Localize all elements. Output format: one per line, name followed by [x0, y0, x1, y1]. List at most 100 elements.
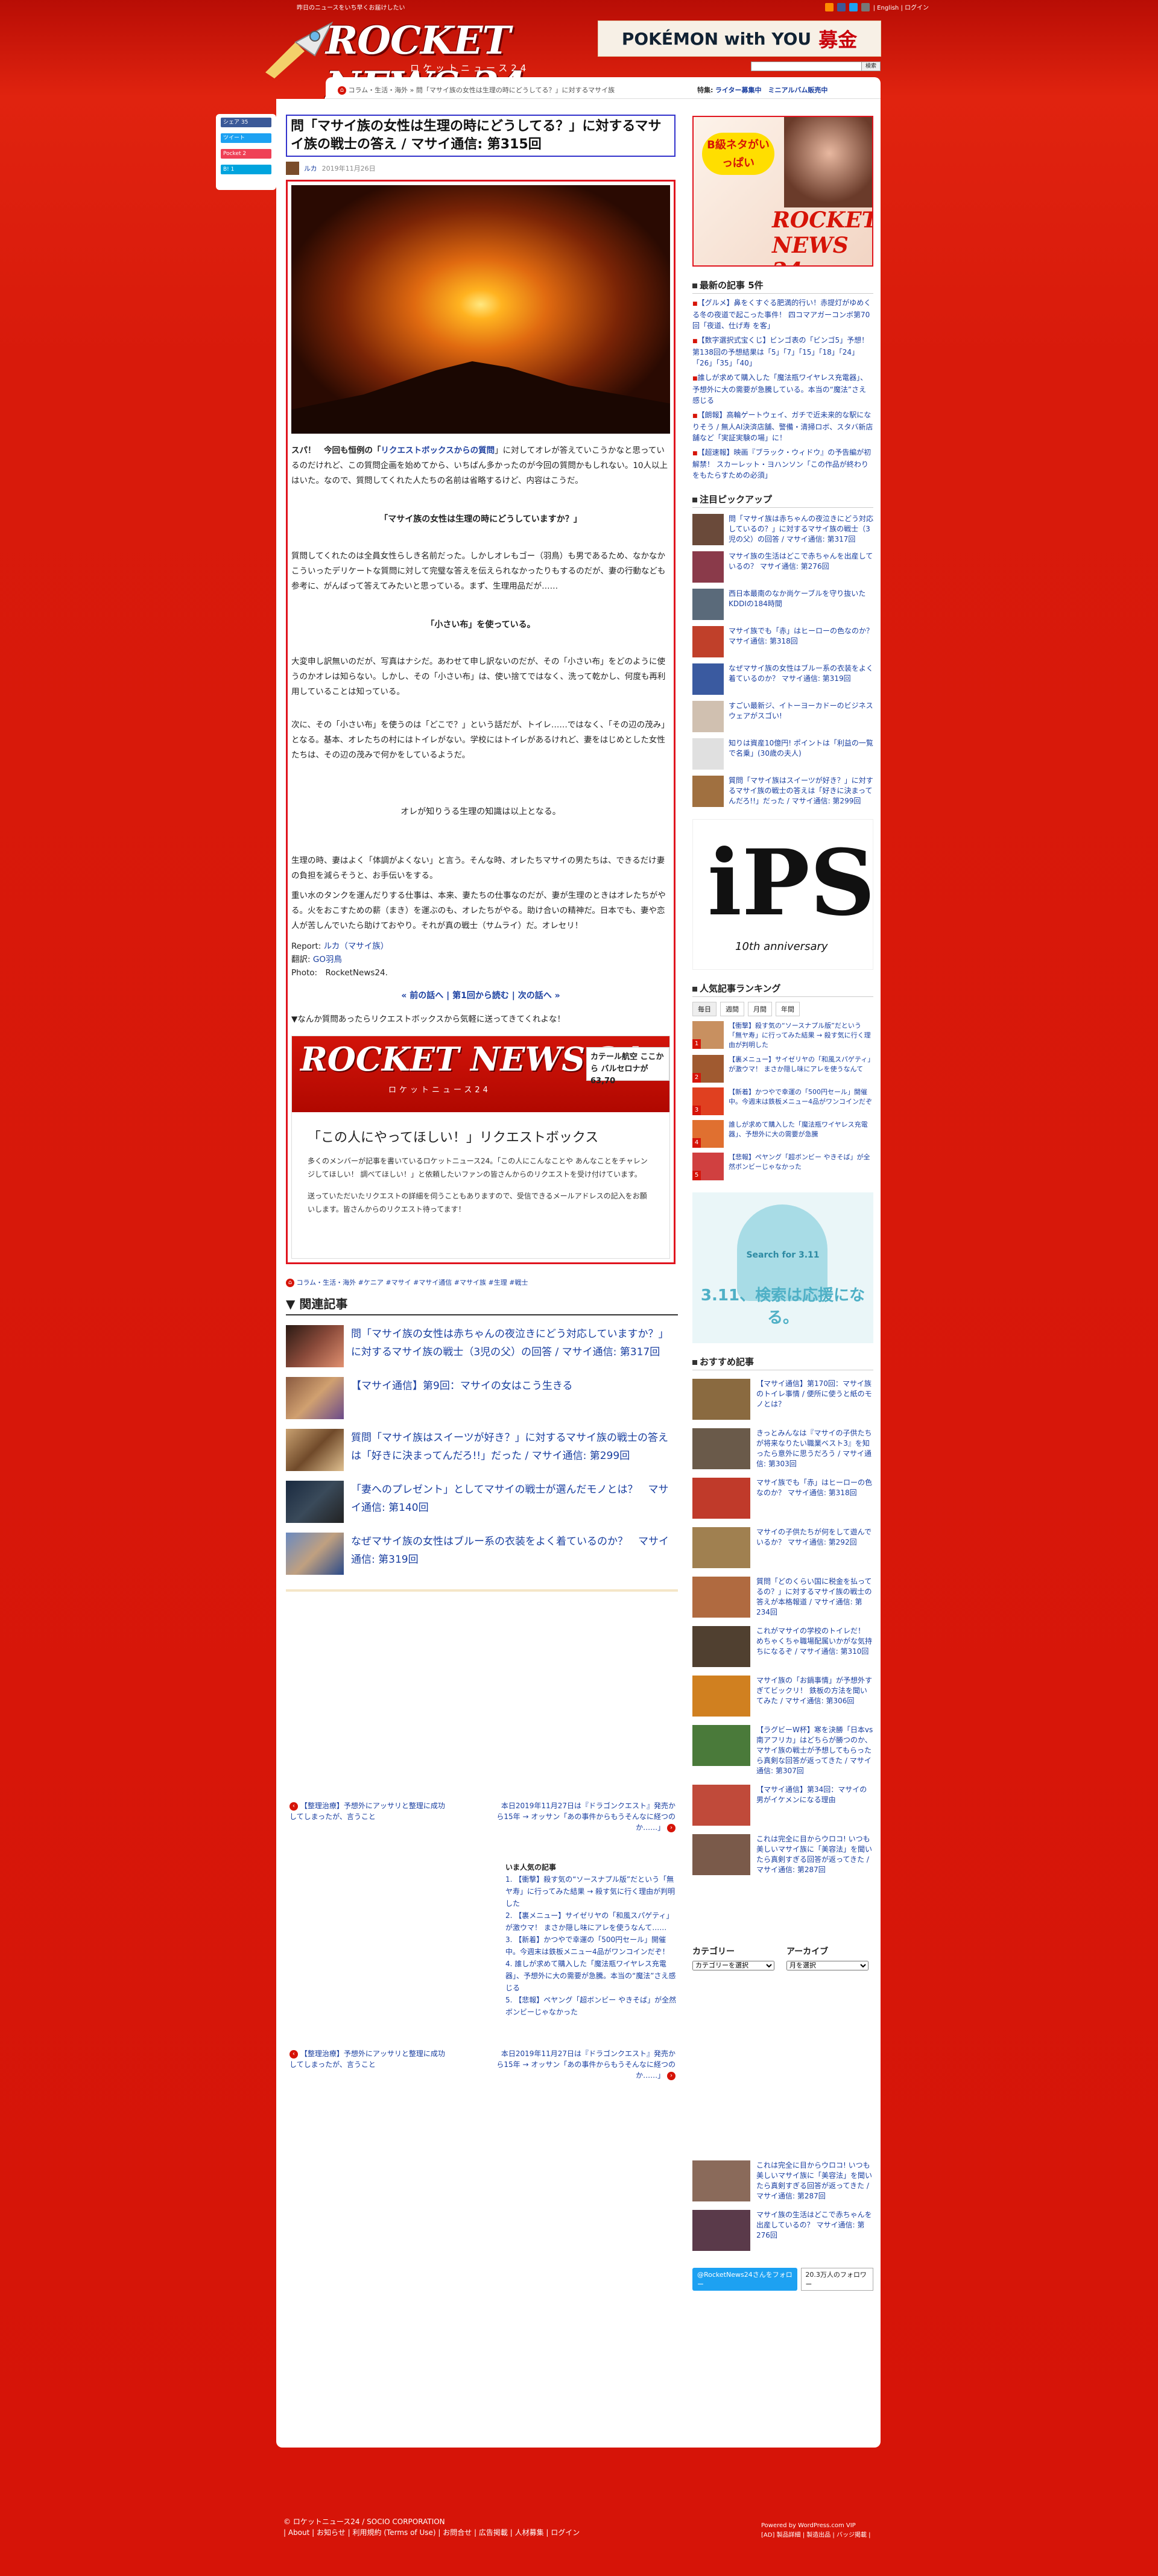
pickup-link[interactable]: マサイ族の生活はどこで赤ちゃんを出産しているの？ マサイ通信: 第276回 [729, 551, 873, 583]
ranking-link[interactable]: 【衝撃】殺す気の“ソースナプル版”だという「無ヤ寿」に行ってみた結果 → 殺す気… [729, 1021, 873, 1050]
prev-post-link[interactable]: ‹ 【整理治療】予想外にアッサリと整理に成功してしまったが、言うこと [290, 2048, 446, 2070]
site-logo[interactable]: ROCKET NEWS 24 ロケットニュース24 [241, 6, 579, 109]
pickup-link[interactable]: 知りは資産10億円! ポイントは「利益の一覧で名乗」(30歳の夫人) [729, 738, 873, 770]
pickup-thumbnail[interactable] [692, 589, 724, 620]
popular-mini-item[interactable]: 2. 【裏メニュー】サイゼリヤの「和風スパゲティ」が激ウマ！ まさか隠し味にアレ… [505, 1910, 677, 1934]
facebook-share-button[interactable]: シェア 35 [221, 118, 271, 127]
related-item[interactable]: 「妻へのプレゼント」としてマサイの戦士が選んだモノとは？ マサイ通信: 第140… [286, 1481, 678, 1523]
pocket-button[interactable]: Pocket 2 [221, 149, 271, 159]
pickup-link[interactable]: 質問「マサイ族はスイーツが好き？」に対するマサイ族の戦士の答えは「好きに決まって… [729, 776, 873, 807]
ranking-thumbnail[interactable]: 2 [692, 1055, 724, 1083]
pickup-thumbnail[interactable] [692, 551, 724, 583]
pickup-thumbnail[interactable] [692, 701, 724, 732]
twitter-icon[interactable] [849, 2, 858, 11]
latest-item[interactable]: 【朗報】高輪ゲートウェイ、ガチで近未来的な駅になりそう / 無人AI決済店舗、警… [692, 410, 873, 443]
recommend-thumbnail[interactable] [692, 1626, 750, 1667]
recommend-link[interactable]: きっとみんなは『マサイの子供たちが将来なりたい職業ベスト3』を知ったら意外に思う… [756, 1428, 873, 1469]
related-item[interactable]: なぜマサイ族の女性はブルー系の衣装をよく着ているのか？ マサイ通信: 第319回 [286, 1533, 678, 1575]
recommend-link[interactable]: これがマサイの学校のトイレだ！ めちゃくちゃ職場配属いかがな気持ちになるぞ / … [756, 1626, 873, 1667]
series-pagination[interactable]: « 前の話へ | 第1回から読む | 次の話へ » [291, 989, 670, 1001]
home-icon[interactable]: ⌂ [338, 86, 346, 95]
next-post-text[interactable]: 本日2019年11月27日は『ドラゴンクエスト』発売から15年 → オッサン「あ… [496, 2049, 676, 2080]
avatar[interactable] [286, 162, 299, 175]
recommend-item[interactable]: これがマサイの学校のトイレだ！ めちゃくちゃ職場配属いかがな気持ちになるぞ / … [692, 1626, 873, 1667]
ips-ad[interactable]: iPS 10th anniversary [692, 819, 875, 970]
tag-links[interactable]: コラム・生活・海外 #ケニア #マサイ #マサイ通信 #マサイ族 #生理 #戦士 [297, 1279, 528, 1286]
ranking-link[interactable]: 【悲報】ペヤング「超ボンビー やきそば」が全然ボンビーじゃなかった [729, 1153, 873, 1180]
related-thumbnail[interactable] [286, 1481, 344, 1523]
recommend-thumbnail[interactable] [692, 2160, 750, 2201]
recommend-item[interactable]: マサイ族でも「赤」はヒーローの色なのか？ マサイ通信: 第318回 [692, 1478, 873, 1519]
recommend-item[interactable]: これは完全に目からウロコ! いつも美しいマサイ族に「美容法」を聞いたら真剣すぎる… [692, 1834, 873, 1875]
related-link[interactable]: 質問「マサイ族はスイーツが好き？」に対するマサイ族の戦士の答えは「好きに決まって… [351, 1429, 678, 1465]
pickup-item[interactable]: 問「マサイ族は赤ちゃんの夜泣きにどう対応しているの？」に対するマサイ族の戦士（3… [692, 514, 873, 545]
recommend-item[interactable]: マサイの子供たちが何をして遊んでいるか？ マサイ通信: 第292回 [692, 1527, 873, 1568]
search-311-ad[interactable]: Search for 3.11 3.11、検索は応援になる。 [692, 1192, 873, 1343]
lang-login-links[interactable]: | English | ログイン [873, 2, 929, 11]
popular-mini-item[interactable]: 1. 【衝撃】殺す気の“ソースナプル版”だという「無ヤ寿」に行ってみた結果 → … [505, 1873, 677, 1910]
pickup-thumbnail[interactable] [692, 514, 724, 545]
ranking-item[interactable]: 4 誰しが求めて購入した「魔法瓶ワイヤレス充電器」、予想外に大の需要が急騰 [692, 1120, 873, 1148]
recommend-thumbnail[interactable] [692, 1577, 750, 1618]
related-link[interactable]: 【マサイ通信】第9回：マサイの女はこう生きる [351, 1377, 572, 1395]
next-post-link[interactable]: 本日2019年11月27日は『ドラゴンクエスト』発売から15年 → オッサン「あ… [495, 1800, 676, 1833]
header-ad-banner[interactable]: POKÉMON with YOU 募金 [598, 21, 881, 57]
footer-links[interactable]: | About | お知らせ | 利用規約 (Terms of Use) | お… [283, 2527, 580, 2538]
related-link[interactable]: なぜマサイ族の女性はブルー系の衣装をよく着ているのか？ マサイ通信: 第319回 [351, 1533, 678, 1569]
latest-item[interactable]: 誰しが求めて購入した「魔法瓶ワイヤレス充電器」、予想外に大の需要が急騰している。… [692, 372, 873, 406]
latest-item[interactable]: 【グルメ】鼻をくすぐる肥満的行い！赤提灯がゆめくる冬の夜道で起こった事件！ 四コ… [692, 297, 873, 331]
pickup-link[interactable]: マサイ族でも「赤」はヒーローの色なのか？ マサイ通信: 第318回 [729, 626, 873, 657]
latest-item[interactable]: 【超速報】映画『ブラック・ウィドウ』の予告編が初解禁！ スカーレット・ヨハンソン… [692, 447, 873, 481]
tab-yearly[interactable]: 年間 [776, 1002, 800, 1016]
recommend-item[interactable]: マサイ族の「お鍋事情」が予想外すぎてビックリ！ 鉄板の方法を聞いてみた / マサ… [692, 1676, 873, 1717]
prev-post-text[interactable]: 【整理治療】予想外にアッサリと整理に成功してしまったが、言うこと [290, 2049, 445, 2069]
related-item[interactable]: 質問「マサイ族はスイーツが好き？」に対するマサイ族の戦士の答えは「好きに決まって… [286, 1429, 678, 1471]
breadcrumb-text[interactable]: コラム・生活・海外 » 問「マサイ族の女性は生理の時にどうしてる？」に対するマサ… [349, 86, 615, 94]
twitter-follow-button[interactable]: @RocketNews24さんをフォロー [692, 2268, 798, 2291]
ranking-link[interactable]: 【裏メニュー】サイゼリヤの「和風スパゲティ」が激ウマ！ まさか隠し味にアレを使う… [729, 1055, 873, 1083]
pickup-item[interactable]: 質問「マサイ族はスイーツが好き？」に対するマサイ族の戦士の答えは「好きに決まって… [692, 776, 873, 807]
pickup-item[interactable]: 知りは資産10億円! ポイントは「利益の一覧で名乗」(30歳の夫人) [692, 738, 873, 770]
request-box-link[interactable]: リクエストボックスからの質問 [381, 446, 495, 455]
request-card-ad[interactable]: カテール航空 ここから バルセロナが63,70 [586, 1047, 669, 1086]
mail-icon[interactable] [861, 2, 870, 11]
facebook-icon[interactable] [837, 2, 846, 11]
pickup-thumbnail[interactable] [692, 738, 724, 770]
related-link[interactable]: 「妻へのプレゼント」としてマサイの戦士が選んだモノとは？ マサイ通信: 第140… [351, 1481, 678, 1517]
popular-mini-item[interactable]: 5. 【悲報】ペヤング「超ボンビー やきそば」が全然ボンビーじゃなかった [505, 1994, 677, 2018]
recommend-thumbnail[interactable] [692, 1527, 750, 1568]
ranking-thumbnail[interactable]: 3 [692, 1087, 724, 1115]
related-thumbnail[interactable] [286, 1325, 344, 1367]
ranking-item[interactable]: 2 【裏メニュー】サイゼリヤの「和風スパゲティ」が激ウマ！ まさか隠し味にアレを使… [692, 1055, 873, 1083]
recommend-item[interactable]: 【マサイ通信】第34回：マサイの男がイケメンになる理由 [692, 1785, 873, 1826]
recommend-item[interactable]: きっとみんなは『マサイの子供たちが将来なりたい職業ベスト3』を知ったら意外に思う… [692, 1428, 873, 1469]
ranking-thumbnail[interactable]: 4 [692, 1120, 724, 1148]
pickup-item[interactable]: 西日本最南のなか尚ケーブルを守り抜いた KDDIの184時間 [692, 589, 873, 620]
recommend-link[interactable]: マサイ族でも「赤」はヒーローの色なのか？ マサイ通信: 第318回 [756, 1478, 873, 1519]
recommend-thumbnail[interactable] [692, 1785, 750, 1826]
recommend-link[interactable]: 【ラグビーW杯】寒を決勝「日本vs南アフリカ」はどちらが勝つのか、マサイ族の戦士… [756, 1725, 873, 1776]
related-thumbnail[interactable] [286, 1377, 344, 1419]
recommend-link[interactable]: マサイ族の「お鍋事情」が予想外すぎてビックリ！ 鉄板の方法を聞いてみた / マサ… [756, 1676, 873, 1717]
prev-post-link[interactable]: ‹ 【整理治療】予想外にアッサリと整理に成功してしまったが、言うこと [290, 1800, 446, 1822]
sidebar-banner[interactable]: B級ネタがいっぱい ROCKET NEWS 24 [692, 116, 873, 267]
related-link[interactable]: 問「マサイ族の女性は赤ちゃんの夜泣きにどう対応していますか？」に対するマサイ族の… [351, 1325, 678, 1361]
pickup-item[interactable]: なぜマサイ族の女性はブルー系の衣装をよく着ているのか？ マサイ通信: 第319回 [692, 663, 873, 695]
recommend-thumbnail[interactable] [692, 1379, 750, 1420]
recommend-link[interactable]: 質問「どのくらい国に税金を払ってるの？」に対するマサイ族の戦士の答えが本格報道 … [756, 1577, 873, 1618]
recommend-thumbnail[interactable] [692, 1725, 750, 1766]
ranking-link[interactable]: 【新着】かつやで幸運の「500円セール」開催中。今週末は鉄板メニュー4品がワンコ… [729, 1087, 873, 1115]
ranking-thumbnail[interactable]: 5 [692, 1153, 724, 1180]
special-link[interactable]: ライター募集中 ミニアルバム販売中 [715, 86, 827, 94]
ranking-item[interactable]: 3 【新着】かつやで幸運の「500円セール」開催中。今週末は鉄板メニュー4品がワン… [692, 1087, 873, 1115]
category-select[interactable]: カテゴリーを選択 [692, 1961, 774, 1970]
recommend-item[interactable]: 【マサイ通信】第170回：マサイ族のトイレ事情 / 便所に使うと紙のモノとは？ [692, 1379, 873, 1420]
request-box-card[interactable]: ROCKET NEWS 24 ロケットニュース24 カテール航空 ここから バル… [291, 1036, 670, 1259]
recommend-link[interactable]: マサイ族の生活はどこで赤ちゃんを出産しているの？ マサイ通信: 第276回 [756, 2210, 873, 2251]
pickup-link[interactable]: なぜマサイ族の女性はブルー系の衣装をよく着ているのか？ マサイ通信: 第319回 [729, 663, 873, 695]
search-button[interactable]: 検索 [861, 62, 881, 71]
recommend-item[interactable]: マサイ族の生活はどこで赤ちゃんを出産しているの？ マサイ通信: 第276回 [692, 2210, 873, 2251]
pickup-thumbnail[interactable] [692, 776, 724, 807]
recommend-link[interactable]: 【マサイ通信】第34回：マサイの男がイケメンになる理由 [756, 1785, 873, 1826]
pickup-thumbnail[interactable] [692, 663, 724, 695]
